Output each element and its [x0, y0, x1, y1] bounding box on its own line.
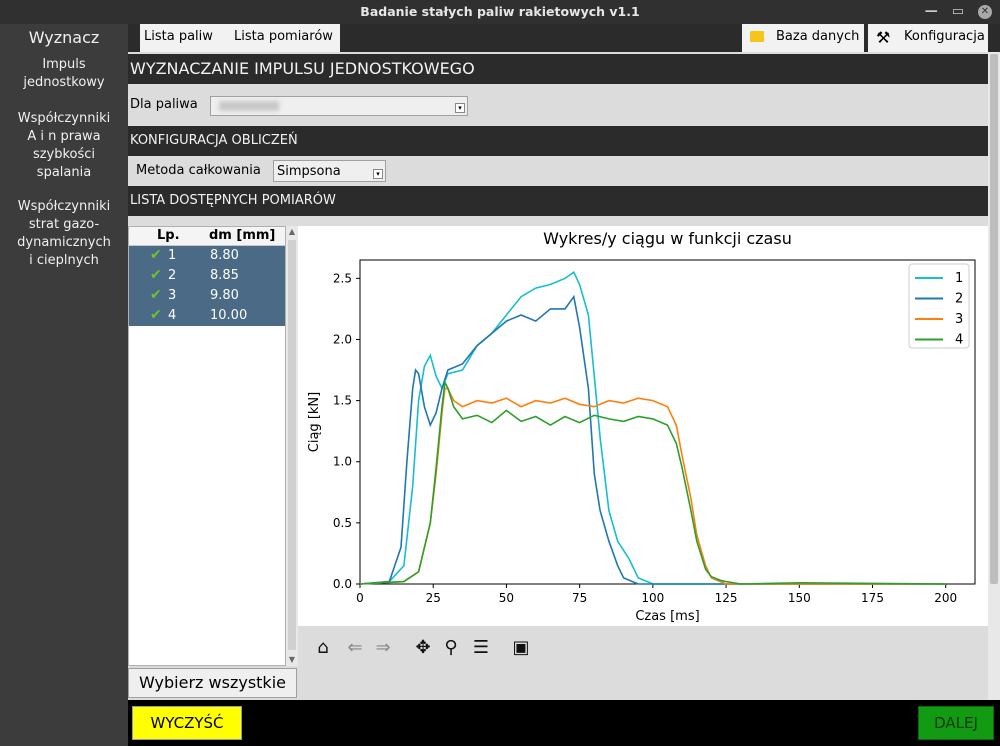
subplots-config-icon[interactable]: ☰	[468, 634, 494, 660]
fuel-label: Dla paliwa	[130, 97, 198, 112]
row-lp: 1	[168, 248, 177, 263]
table-row[interactable]: ✔ 4 10.00	[129, 306, 285, 326]
window-title-bar: Badanie stałych paliw rakietowych v1.1 —…	[0, 0, 1000, 24]
integration-method-value: Simpsona	[277, 164, 341, 179]
method-label: Metoda całkowania	[136, 163, 261, 178]
main-panel: Lista paliw Lista pomiarów Baza danych ⚒…	[128, 24, 1000, 746]
plot-toolbar: ⌂ ⇐ ⇒ ✥ ⚲ ☰ ▣	[298, 626, 988, 666]
tab-bar: Lista paliw Lista pomiarów Baza danych ⚒…	[128, 24, 1000, 52]
configuration-button[interactable]: ⚒ Konfiguracja	[868, 24, 988, 52]
close-icon[interactable]: ✕	[978, 5, 992, 19]
row-dm: 8.85	[210, 268, 239, 283]
x-tick-label: 50	[499, 591, 514, 605]
tab-measurement-list[interactable]: Lista pomiarów	[230, 24, 340, 52]
next-button[interactable]: DALEJ	[918, 706, 994, 740]
page-title: WYZNACZANIE IMPULSU JEDNOSTKOWEGO	[128, 54, 988, 84]
y-tick-label: 2.0	[333, 332, 352, 346]
fuel-row: Dla paliwa ▾	[128, 84, 988, 126]
sidebar-heading: Wyznacz	[28, 28, 100, 47]
scroll-up-icon[interactable]: ▲	[287, 227, 297, 237]
check-icon[interactable]: ✔	[150, 287, 162, 303]
y-axis-label: Ciąg [kN]	[307, 392, 322, 452]
bottom-bar: WYCZYŚĆ DALEJ	[128, 700, 1000, 746]
row-dm: 8.80	[210, 248, 239, 263]
chart-area: Wykres/y ciągu w funkcji czasu 0 25 50 75 100…	[298, 226, 988, 626]
x-tick-label: 150	[788, 591, 811, 605]
thrust-chart: Wykres/y ciągu w funkcji czasu 0 25 50 75 100…	[307, 229, 976, 624]
x-tick-label: 125	[715, 591, 738, 605]
row-dm: 9.80	[210, 288, 239, 303]
scroll-thumb[interactable]	[288, 240, 296, 650]
legend-label: 1	[955, 271, 963, 286]
y-tick-label: 1.0	[333, 455, 352, 469]
row-lp: 3	[168, 288, 177, 303]
forward-icon[interactable]: ⇒	[370, 634, 396, 660]
table-row[interactable]: ✔ 2 8.85	[129, 266, 285, 286]
back-icon[interactable]: ⇐	[342, 634, 368, 660]
sidebar-item-loss-coefficients[interactable]: Współczynniki strat gazo- dynamicznych i…	[2, 198, 126, 270]
list-scrollbar[interactable]: ▲ ▼	[286, 226, 298, 666]
y-tick-label: 1.5	[333, 394, 352, 408]
chevron-down-icon: ▾	[373, 169, 383, 179]
row-lp: 4	[168, 308, 177, 323]
main-scroll-thumb[interactable]	[990, 54, 998, 584]
tab-fuel-list[interactable]: Lista paliw	[140, 24, 234, 52]
y-tick-label: 0.0	[333, 577, 352, 591]
table-row[interactable]: ✔ 3 9.80	[129, 286, 285, 306]
row-lp: 2	[168, 268, 177, 283]
window-title: Badanie stałych paliw rakietowych v1.1	[360, 4, 640, 19]
clear-button[interactable]: WYCZYŚĆ	[132, 706, 242, 740]
legend-label: 4	[955, 333, 963, 348]
x-tick-label: 75	[572, 591, 587, 605]
legend-label: 2	[955, 292, 963, 307]
list-header: Lp. dm [mm]	[129, 227, 285, 246]
x-tick-label: 100	[641, 591, 664, 605]
home-icon[interactable]: ⌂	[310, 634, 336, 660]
row-dm: 10.00	[210, 308, 248, 323]
check-icon[interactable]: ✔	[150, 307, 162, 323]
y-tick-label: 2.5	[333, 271, 352, 285]
sidebar-item-specific-impulse[interactable]: Impuls jednostkowy	[2, 56, 126, 92]
column-header-lp[interactable]: Lp.	[157, 228, 180, 243]
save-icon[interactable]: ▣	[508, 634, 534, 660]
main-scrollbar[interactable]	[988, 52, 1000, 730]
config-section-header: KONFIGURACJA OBLICZEŃ	[128, 126, 988, 156]
configuration-label: Konfiguracja	[904, 29, 985, 44]
plot-frame	[359, 259, 976, 585]
column-header-dm[interactable]: dm [mm]	[209, 228, 275, 243]
x-axis-label: Czas [ms]	[635, 609, 699, 624]
x-tick-label: 0	[356, 591, 364, 605]
measurement-list[interactable]: Lp. dm [mm] ✔ 1 8.80 ✔ 2 8.85 ✔ 3 9.80 ✔…	[128, 226, 286, 666]
sidebar-item-burn-rate-coefficients[interactable]: Współczynniki A i n prawa szybkości spal…	[2, 110, 126, 182]
scroll-down-icon[interactable]: ▼	[287, 655, 297, 665]
measurements-section-header: LISTA DOSTĘPNYCH POMIARÓW	[128, 186, 988, 216]
pan-icon[interactable]: ✥	[410, 634, 436, 660]
maximize-icon[interactable]: ▭	[952, 0, 964, 24]
method-row: Metoda całkowania Simpsona ▾	[128, 156, 988, 186]
database-label: Baza danych	[776, 29, 860, 44]
select-all-button[interactable]: Wybierz wszystkie	[128, 668, 297, 698]
y-tick-label: 0.5	[333, 516, 352, 530]
wrench-icon: ⚒	[876, 28, 891, 47]
check-icon[interactable]: ✔	[150, 247, 162, 263]
database-button[interactable]: Baza danych	[742, 24, 864, 52]
x-tick-label: 25	[426, 591, 441, 605]
x-tick-label: 200	[934, 591, 957, 605]
table-row[interactable]: ✔ 1 8.80	[129, 246, 285, 266]
x-tick-label: 175	[861, 591, 884, 605]
check-icon[interactable]: ✔	[150, 267, 162, 283]
chevron-down-icon: ▾	[455, 103, 465, 113]
folder-icon	[750, 31, 764, 42]
sidebar: Wyznacz Impuls jednostkowy Współczynniki…	[0, 24, 128, 746]
minimize-icon[interactable]: —	[925, 0, 938, 24]
legend-label: 3	[955, 312, 963, 327]
integration-method-select[interactable]: Simpsona ▾	[273, 160, 386, 182]
chart-title: Wykres/y ciągu w funkcji czasu	[543, 229, 792, 248]
fuel-value-redacted	[219, 101, 279, 111]
zoom-icon[interactable]: ⚲	[438, 634, 464, 660]
fuel-select[interactable]: ▾	[210, 96, 468, 116]
